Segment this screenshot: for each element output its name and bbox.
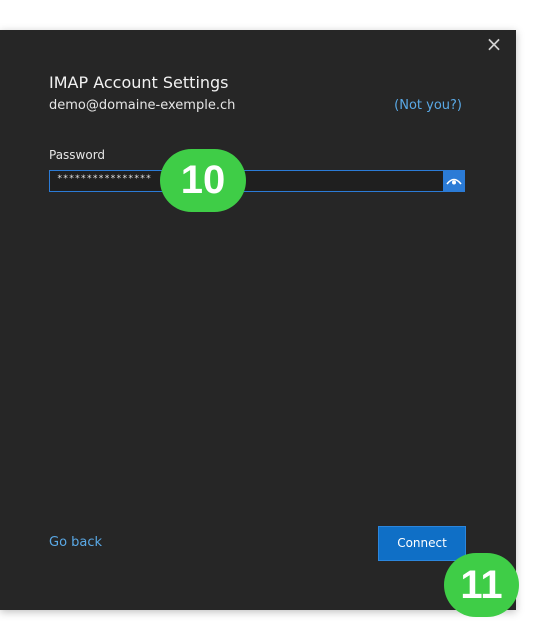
go-back-link[interactable]: Go back — [49, 535, 102, 550]
imap-settings-dialog: × IMAP Account Settings demo@domaine-exe… — [0, 30, 516, 610]
account-email: demo@domaine-exemple.ch — [49, 98, 236, 113]
step-10-badge: 10 — [160, 149, 246, 212]
password-value: **************** — [57, 174, 152, 184]
password-input[interactable]: **************** — [49, 170, 465, 192]
show-password-button[interactable] — [443, 170, 465, 192]
eye-icon — [446, 178, 462, 185]
close-icon[interactable]: × — [484, 34, 504, 54]
dialog-title: IMAP Account Settings — [49, 73, 229, 92]
password-label: Password — [49, 148, 106, 162]
connect-button[interactable]: Connect — [378, 526, 466, 561]
step-11-badge: 11 — [444, 553, 519, 617]
not-you-link[interactable]: (Not you?) — [394, 98, 462, 113]
